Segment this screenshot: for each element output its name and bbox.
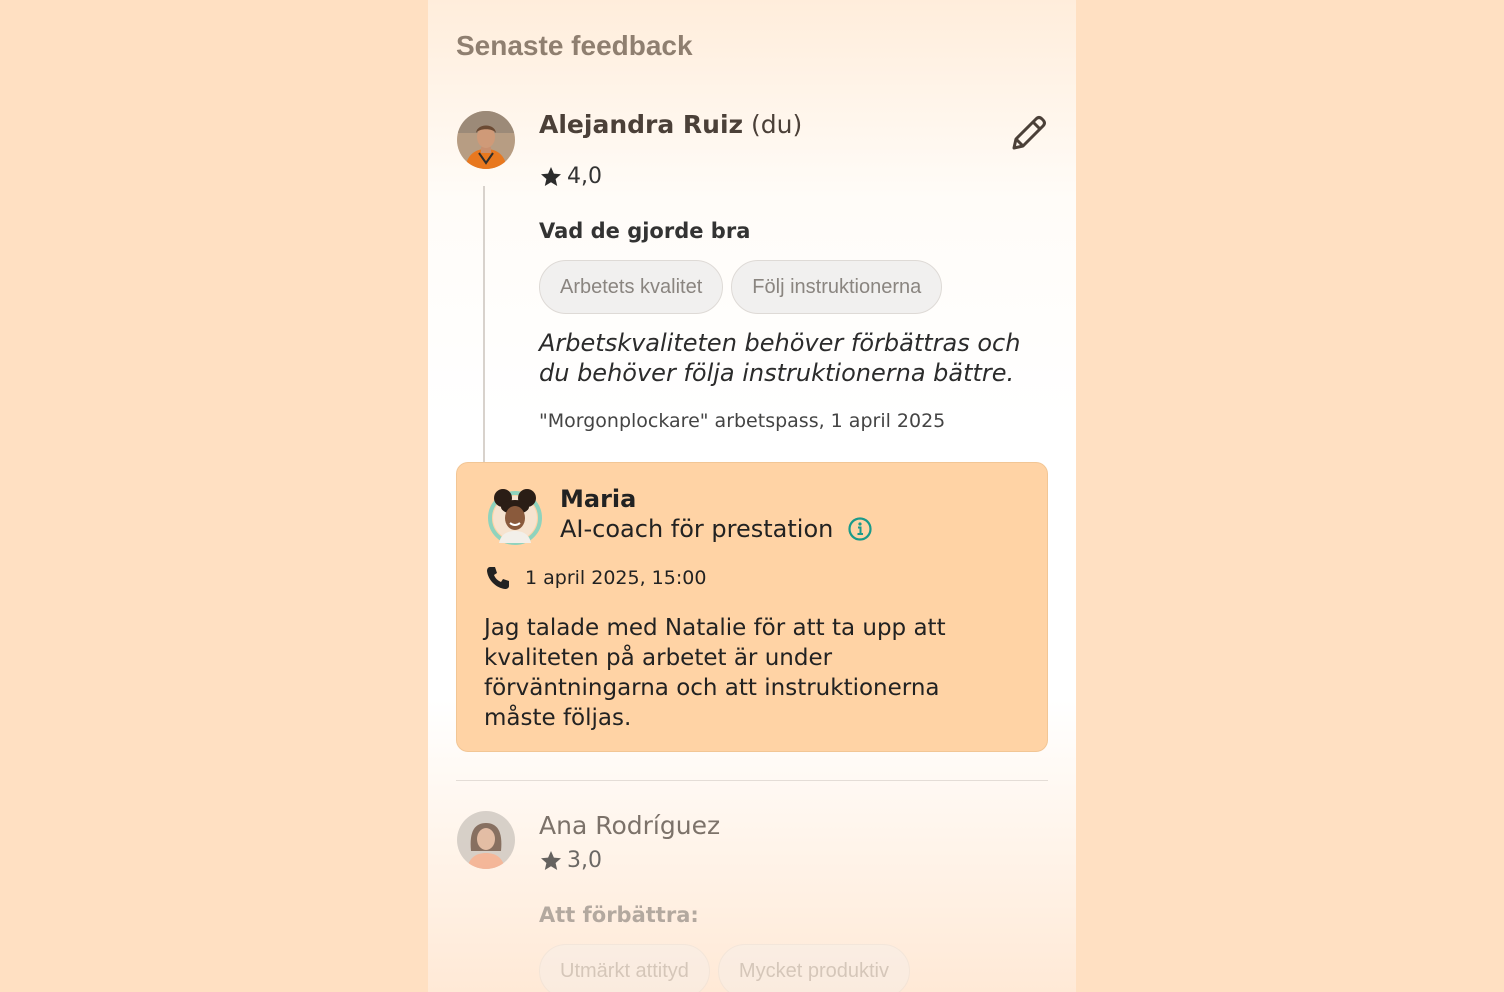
section-title: Senaste feedback	[456, 30, 693, 61]
feedback-panel: Senaste feedback Alejandra Ruiz (du) 4,0…	[428, 0, 1076, 992]
call-row: 1 april 2025, 15:00	[485, 565, 706, 591]
rating: 3,0	[539, 848, 602, 873]
ai-coach-card: Maria AI-coach för prestation 1 april 20…	[456, 462, 1048, 752]
star-icon	[541, 850, 561, 870]
coach-avatar	[487, 485, 543, 545]
rating: 4,0	[539, 164, 602, 189]
chip-follow-instructions: Följ instruktionerna	[731, 260, 943, 314]
coach-message: Jag talade med Natalie för att ta upp at…	[484, 615, 946, 731]
call-time: 1 april 2025, 15:00	[525, 567, 707, 589]
coach-role: AI-coach för prestation	[560, 515, 873, 543]
chip-list: Arbetets kvalitet Följ instruktionerna	[539, 260, 943, 314]
author-name: Ana Rodríguez	[539, 811, 721, 840]
phone-icon	[487, 567, 509, 589]
divider	[456, 780, 1048, 781]
avatar	[457, 811, 515, 869]
rating-value: 4,0	[567, 164, 602, 189]
thread-line	[483, 186, 485, 470]
improve-heading: Att förbättra:	[539, 903, 699, 927]
info-icon[interactable]	[847, 516, 873, 542]
rating-value: 3,0	[567, 848, 602, 873]
shift-meta: "Morgonplockare" arbetspass, 1 april 202…	[539, 410, 946, 432]
edit-button[interactable]	[1008, 112, 1050, 154]
pencil-icon	[1012, 116, 1046, 150]
strengths-heading: Vad de gjorde bra	[539, 219, 751, 243]
feedback-comment: Arbetskvaliteten behöver förbättras och …	[539, 329, 1021, 387]
chip-work-quality: Arbetets kvalitet	[539, 260, 724, 314]
chip-very-productive: Mycket produktiv	[717, 944, 910, 992]
chip-list: Utmärkt attityd Mycket produktiv	[539, 944, 910, 992]
star-icon	[541, 166, 561, 186]
chip-excellent-attitude: Utmärkt attityd	[539, 944, 710, 992]
author-name: Alejandra Ruiz (du)	[539, 110, 803, 139]
avatar	[457, 111, 515, 169]
coach-name: Maria	[560, 485, 637, 513]
